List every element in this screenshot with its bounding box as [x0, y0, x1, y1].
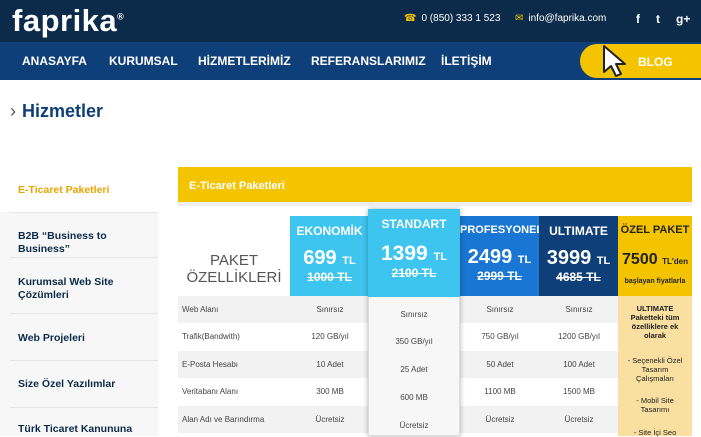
feature-value: 1200 GB/yıl — [558, 332, 600, 341]
package-features-label: PAKET ÖZELLİKLERİ — [178, 216, 290, 296]
twitter-icon[interactable]: t — [656, 12, 660, 26]
package-standart[interactable]: STANDART 1399 TL 2100 TL — [368, 209, 460, 297]
ozel-description: ULTIMATE Paketteki tüm özelliklere ek ol… — [618, 296, 692, 437]
package-price: 1399 TL — [380, 242, 447, 265]
nav-iletisim[interactable]: İLETİŞİM — [441, 54, 492, 68]
feature-value: 600 MB — [400, 393, 428, 402]
feature-value: Sınırsız — [316, 305, 344, 314]
google-plus-icon[interactable]: g+ — [676, 12, 690, 26]
feature-value: Ücretsiz — [485, 415, 515, 424]
ozel-desc-intro: ULTIMATE Paketteki tüm özelliklere ek ol… — [630, 304, 680, 340]
blog-label: BLOG — [638, 55, 673, 69]
top-bar: faprika® ☎ 0 (850) 333 1 523 ✉ info@fapr… — [0, 0, 701, 42]
phone-number: 0 (850) 333 1 523 — [421, 13, 501, 24]
sidebar-item-ozel-yazilim[interactable]: Size Özel Yazılımlar — [18, 378, 153, 391]
feature-value: Ücretsiz — [564, 415, 594, 424]
phone-icon: ☎ — [404, 13, 417, 24]
ozel-desc-item: - Seçenekli Özel Tasarım Çalışmaları — [627, 356, 683, 383]
feature-value: 1500 MB — [562, 387, 596, 396]
sidebar-item-kurumsal-web[interactable]: Kurumsal Web Site Çözümleri — [18, 276, 128, 302]
package-price-note: başlayan fiyatlarla — [624, 278, 686, 285]
label-line-1: PAKET — [209, 252, 259, 269]
feature-value: Sınırsız — [565, 305, 593, 314]
feature-value: Sınırsız — [486, 305, 514, 314]
package-price: 2499 TL — [467, 246, 532, 268]
label-line-2: ÖZELLİKLERİ — [186, 269, 282, 286]
sidebar-divider — [10, 407, 158, 408]
feature-value: 350 GB/yıl — [395, 337, 433, 346]
feature-label: Alan Adı ve Barındırma — [182, 415, 265, 424]
chevron-right-icon: › — [10, 101, 16, 121]
nav-referanslarimiz[interactable]: REFERANSLARIMIZ — [311, 54, 426, 68]
email-contact[interactable]: ✉ info@faprika.com — [515, 13, 606, 24]
feature-value: 50 Adet — [486, 360, 514, 369]
nav-kurumsal[interactable]: KURUMSAL — [109, 54, 178, 68]
faprika-logo[interactable]: faprika® — [12, 3, 124, 39]
package-old-price: 4685 TL — [556, 270, 601, 284]
panel-header-shadow — [178, 202, 692, 206]
blog-button[interactable]: BLOG — [580, 44, 701, 78]
package-ozel[interactable]: ÖZEL PAKET 7500 TL'den başlayan fiyatlar… — [618, 216, 692, 437]
panel-header: E-Ticaret Paketleri — [178, 167, 692, 202]
package-name: PROFESYONEL — [460, 224, 544, 236]
page-title: Hizmetler — [22, 101, 104, 121]
feature-value: 100 Adet — [563, 360, 595, 369]
feature-value: 1100 MB — [484, 387, 516, 396]
package-price: 3999 TL — [546, 247, 611, 269]
package-price: 699 TL — [303, 247, 356, 269]
sidebar-item-b2b[interactable]: B2B “Business to Business” — [18, 230, 153, 256]
feature-label: Web Alanı — [182, 305, 219, 314]
package-ultimate[interactable]: ULTIMATE 3999 TL 4685 TL — [539, 216, 618, 296]
package-profesyonel[interactable]: PROFESYONEL 2499 TL 2999 TL — [460, 216, 544, 296]
sidebar-divider — [10, 360, 158, 361]
package-old-price: 2100 TL — [391, 266, 437, 280]
package-name: ÖZEL PAKET — [620, 224, 690, 236]
feature-value: 10 Adet — [316, 360, 344, 369]
feature-value: Ücretsiz — [399, 421, 429, 430]
package-old-price: 1000 TL — [307, 270, 352, 284]
sidebar-divider — [10, 257, 158, 258]
package-price: 7500 TL'den — [622, 251, 688, 268]
nav-hizmetlerimiz[interactable]: HİZMETLERİMİZ — [198, 54, 291, 68]
feature-value: 120 GB/yıl — [311, 332, 349, 341]
facebook-icon[interactable]: f — [636, 12, 640, 26]
package-name: EKONOMİK — [296, 224, 363, 238]
feature-value: Ücretsiz — [315, 415, 345, 424]
feature-value: 750 GB/yıl — [481, 332, 519, 341]
sidebar-item-web-projeleri[interactable]: Web Projeleri — [18, 332, 153, 345]
envelope-icon: ✉ — [515, 13, 524, 24]
email-address: info@faprika.com — [528, 13, 607, 24]
phone-contact[interactable]: ☎ 0 (850) 333 1 523 — [404, 13, 500, 24]
package-old-price: 2999 TL — [477, 269, 522, 283]
sidebar-divider — [10, 212, 158, 213]
feature-label: E-Posta Hesabı — [182, 360, 239, 369]
feature-label: Trafik(Bandwith) — [182, 332, 240, 341]
feature-value: 300 MB — [316, 387, 344, 396]
package-ekonomik[interactable]: EKONOMİK 699 TL 1000 TL — [290, 216, 369, 296]
sidebar-item-e-ticaret[interactable]: E-Ticaret Paketleri — [18, 184, 153, 197]
sidebar-item-ttk[interactable]: Türk Ticaret Kanununa — [18, 423, 153, 436]
feature-value: 25 Adet — [400, 365, 428, 374]
sidebar-divider — [10, 313, 158, 314]
feature-value: Sınırsız — [400, 310, 428, 319]
package-name: ULTIMATE — [549, 224, 608, 238]
package-name: STANDART — [381, 217, 447, 231]
feature-label: Veritabanı Alanı — [182, 387, 239, 396]
pointer-cursor-icon — [603, 45, 626, 77]
panel-title: E-Ticaret Paketleri — [189, 180, 285, 192]
ozel-desc-item: - Mobil Site Tasarımı — [636, 396, 674, 414]
nav-anasayfa[interactable]: ANASAYFA — [22, 54, 87, 68]
breadcrumb: › Hizmetler — [10, 101, 103, 122]
